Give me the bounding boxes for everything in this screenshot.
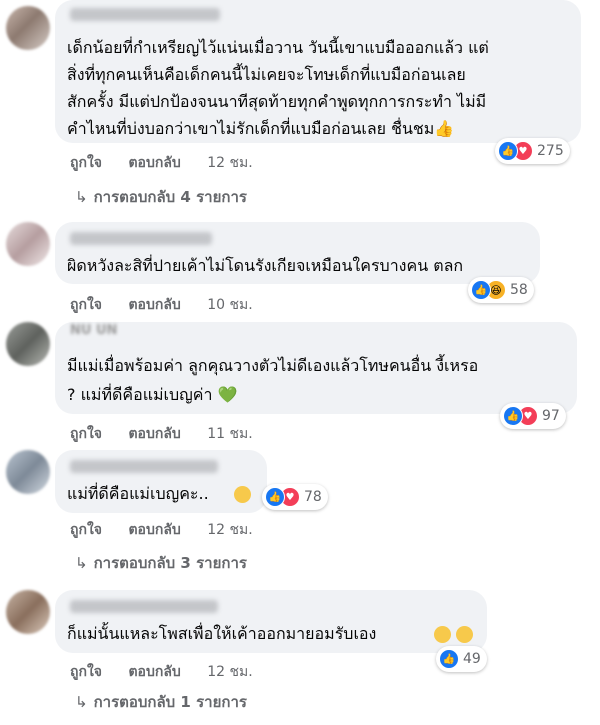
like-icon: 👍 [439,649,459,669]
replies-label: การตอบกลับ 3 รายการ [93,554,247,572]
reply-button[interactable]: ตอบกลับ [128,155,180,171]
comment-avatar[interactable] [6,450,50,494]
replies-label: การตอบกลับ 4 รายการ [93,188,247,206]
reaction-summary[interactable]: 👍 ♥ 78 [262,484,328,510]
like-button[interactable]: ถูกใจ [70,155,102,171]
comment-author-name[interactable] [70,8,220,21]
reaction-count: 275 [537,143,564,159]
reaction-count: 58 [510,282,528,298]
comment-text-line: เด็กน้อยที่กำเหรียญไว้แน่นเมื่อวาน วันนี… [67,38,489,57]
comment-actions: ถูกใจ ตอบกลับ 12 ชม. [70,519,275,541]
comment-time: 11 ชม. [207,426,253,442]
comment-author-name[interactable] [70,460,218,473]
comment-author-name[interactable] [70,232,212,245]
reply-button[interactable]: ตอบกลับ [128,522,180,538]
comment-time: 12 ชม. [207,664,253,680]
like-button[interactable]: ถูกใจ [70,297,102,313]
comment-avatar[interactable] [6,590,50,634]
comment-text-line: สักครั้ง มีแต่ปกป้องจนนาทีสุดท้ายทุกคำพู… [67,92,487,111]
like-icon: 👍 [265,487,285,507]
reply-button[interactable]: ตอบกลับ [128,297,180,313]
view-replies-link[interactable]: ↳ การตอบกลับ 1 รายการ [75,690,247,714]
like-button[interactable]: ถูกใจ [70,522,102,538]
reaction-count: 78 [304,489,322,505]
comment-time: 12 ชม. [207,522,253,538]
reaction-count: 49 [463,651,481,667]
comment-avatar[interactable] [6,322,50,366]
like-button[interactable]: ถูกใจ [70,664,102,680]
reply-button[interactable]: ตอบกลับ [128,426,180,442]
reaction-summary[interactable]: 👍 ♥ 97 [500,403,566,429]
reaction-summary[interactable]: 👍 😆 58 [468,277,534,303]
comment-author-name[interactable] [70,600,218,613]
comment-time: 10 ชม. [207,297,253,313]
reply-arrow-icon: ↳ [75,188,88,206]
comment-time: 12 ชม. [207,155,253,171]
view-replies-link[interactable]: ↳ การตอบกลับ 4 รายการ [75,185,247,209]
reply-button[interactable]: ตอบกลับ [128,664,180,680]
sad-emoji-icon [434,626,451,643]
like-icon: 👍 [471,280,491,300]
comment-author-name[interactable]: NU UN [70,323,117,338]
comment-actions: ถูกใจ ตอบกลับ 12 ชม. [70,152,275,174]
reaction-summary[interactable]: 👍 ♥ 275 [495,138,570,164]
reaction-count: 97 [542,408,560,424]
replies-label: การตอบกลับ 1 รายการ [93,693,247,711]
like-icon: 👍 [503,406,523,426]
comment-text-line: ? แม่ที่ดีคือแม่เบญค่า 💚 [67,385,238,404]
comment-actions: ถูกใจ ตอบกลับ 10 ชม. [70,294,275,316]
comment-text-line: สิ่งที่ทุกคนเห็นคือเด็กคนนี้ไม่เคยจะโทษเ… [67,65,466,84]
view-replies-link[interactable]: ↳ การตอบกลับ 3 รายการ [75,551,247,575]
comment-text-line: ก็แม่นั้นแหละโพสเพื่อให้เค้าออกมายอมรับเ… [67,624,377,643]
reply-arrow-icon: ↳ [75,554,88,572]
comment-text-line: ผิดหวังละสิที่ปายเค้าไม่โดนรังเกียจเหมือ… [67,256,464,275]
comment-avatar[interactable] [6,222,50,266]
comment-actions: ถูกใจ ตอบกลับ 12 ชม. [70,661,275,683]
comment-text-line: คำไหนที่บ่งบอกว่าเขาไม่รักเด็กที่แบมือก่… [67,119,455,138]
comment-text-line: มีแม่เมื่อพร้อมค่า ลูกคุณวางตัวไม่ดีเองแ… [67,356,479,375]
comment-avatar[interactable] [6,6,50,50]
reply-arrow-icon: ↳ [75,693,88,711]
like-icon: 👍 [498,141,518,161]
sad-emoji-icon [456,626,473,643]
like-button[interactable]: ถูกใจ [70,426,102,442]
comment-actions: ถูกใจ ตอบกลับ 11 ชม. [70,423,275,445]
reaction-summary[interactable]: 👍 49 [436,646,487,672]
smile-emoji-icon [234,486,251,503]
comment-text-line: แม่ที่ดีคือแม่เบญคะ.. [67,484,209,503]
